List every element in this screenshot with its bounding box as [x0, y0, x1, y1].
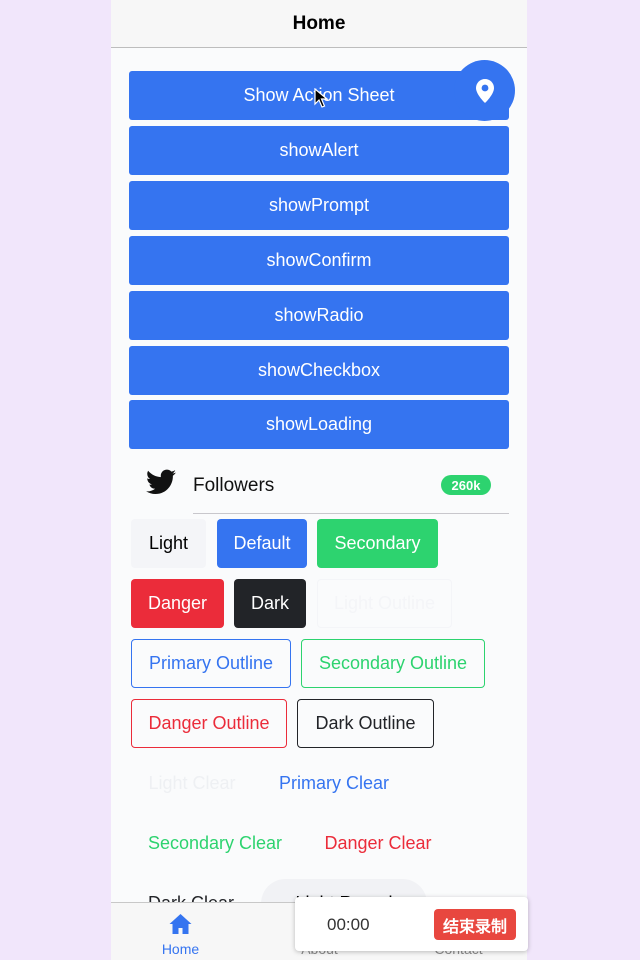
- secondary-outline-button[interactable]: Secondary Outline: [301, 639, 485, 688]
- followers-label: Followers: [193, 475, 275, 496]
- stop-recording-button[interactable]: 结束录制: [434, 909, 516, 940]
- default-button[interactable]: Default: [217, 519, 307, 568]
- secondary-clear-button[interactable]: Secondary Clear: [131, 819, 299, 868]
- danger-clear-button[interactable]: Danger Clear: [309, 819, 447, 868]
- secondary-button[interactable]: Secondary: [317, 519, 438, 568]
- danger-outline-button[interactable]: Danger Outline: [131, 699, 287, 748]
- primary-outline-button[interactable]: Primary Outline: [131, 639, 291, 688]
- followers-item[interactable]: Followers 260k: [111, 456, 527, 514]
- location-pin-icon: [475, 78, 494, 103]
- twitter-icon: [146, 469, 176, 494]
- show-loading-button[interactable]: showLoading: [129, 400, 509, 449]
- show-prompt-button[interactable]: showPrompt: [129, 181, 509, 230]
- tab-home[interactable]: Home: [111, 903, 250, 960]
- mouse-cursor-icon: [314, 88, 328, 108]
- recording-timer: 00:00: [327, 915, 370, 934]
- show-checkbox-button[interactable]: showCheckbox: [129, 346, 509, 395]
- tab-home-label: Home: [161, 941, 200, 957]
- dark-clear-button[interactable]: Dark Clear: [131, 879, 251, 902]
- primary-clear-button[interactable]: Primary Clear: [263, 759, 405, 808]
- item-divider: [193, 513, 509, 514]
- dark-outline-button[interactable]: Dark Outline: [297, 699, 434, 748]
- show-confirm-button[interactable]: showConfirm: [129, 236, 509, 285]
- show-alert-button[interactable]: showAlert: [129, 126, 509, 175]
- light-button[interactable]: Light: [131, 519, 206, 568]
- app-screen: Home Show Action Sheet showAlert showPro…: [111, 0, 527, 960]
- content[interactable]: Show Action Sheet showAlert showPrompt s…: [111, 48, 527, 902]
- home-icon: [169, 914, 192, 934]
- dark-button[interactable]: Dark: [234, 579, 306, 628]
- location-fab[interactable]: [454, 60, 515, 121]
- followers-badge: 260k: [441, 475, 491, 495]
- recording-widget: 00:00 结束录制: [295, 897, 528, 951]
- light-outline-button[interactable]: Light Outline: [317, 579, 452, 628]
- page-title: Home: [292, 12, 346, 34]
- show-radio-button[interactable]: showRadio: [129, 291, 509, 340]
- light-clear-button[interactable]: Light Clear: [131, 759, 253, 808]
- header: Home: [111, 0, 527, 48]
- danger-button[interactable]: Danger: [131, 579, 224, 628]
